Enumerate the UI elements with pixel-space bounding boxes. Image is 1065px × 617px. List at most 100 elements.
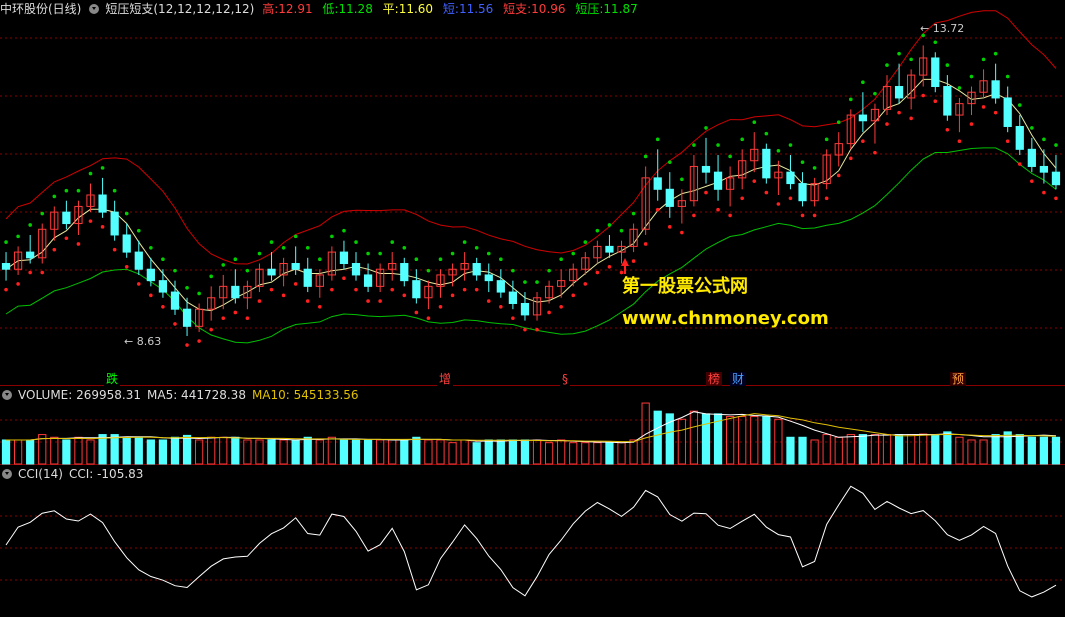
volume-bar [798, 436, 807, 465]
candle-body [1015, 125, 1024, 150]
volume-bar [315, 439, 324, 465]
chart-canvas[interactable] [0, 0, 1065, 617]
event-tag[interactable]: 榜 [706, 372, 723, 386]
support-dot [438, 304, 443, 309]
resist-dot [76, 188, 81, 193]
event-tag[interactable]: 跌 [104, 372, 121, 386]
cci-dropdown-icon[interactable] [2, 468, 12, 479]
event-tag[interactable]: 增 [437, 372, 454, 386]
candle-body [508, 291, 518, 304]
resist-dot [728, 154, 732, 159]
resist-dot [197, 291, 201, 296]
resist-dot [655, 137, 660, 142]
volume-bar [726, 416, 735, 465]
support-dot [692, 213, 696, 218]
candle-body [110, 211, 119, 236]
volume-bar [834, 436, 843, 465]
volume-bar [219, 436, 228, 465]
indicator-name[interactable]: 短压短支(12,12,12,12,12) [105, 2, 254, 16]
support-dot [933, 99, 938, 104]
volume-dropdown-icon[interactable] [2, 389, 12, 400]
support-dot [185, 343, 189, 347]
resist-dot [486, 251, 491, 256]
volume-bar [243, 439, 252, 465]
volume-bar [931, 434, 940, 465]
support-dot [257, 299, 262, 303]
volume-bar [544, 442, 554, 465]
volume-bar [520, 439, 530, 465]
resist-dot [112, 188, 117, 193]
high-price-label: ← 13.72 [920, 22, 965, 35]
volume-bar [412, 436, 421, 465]
support-dot [740, 196, 744, 201]
support-dot [64, 236, 69, 241]
resist-dot [897, 51, 901, 56]
resist-dot [426, 268, 431, 273]
support-dot [426, 316, 431, 320]
support-dot [571, 293, 576, 298]
resist-dot [571, 251, 576, 256]
high-label: 高: [262, 2, 279, 16]
support-dot [861, 139, 865, 143]
candle-body [267, 268, 276, 276]
resist-dot [281, 246, 286, 250]
candle-body [62, 211, 71, 225]
resist-dot [740, 137, 744, 142]
resist-dot [981, 57, 986, 62]
low-value: 11.28 [338, 2, 373, 16]
support-dot [354, 287, 358, 292]
volume-bar [484, 439, 493, 465]
candle-body [170, 291, 180, 310]
resist-dot [88, 171, 93, 176]
support-dot [849, 156, 853, 161]
support-dot [281, 293, 286, 298]
support-dot [752, 179, 757, 183]
resist-dot [1054, 143, 1058, 147]
resist-dot [499, 257, 503, 262]
candle-body [762, 148, 771, 179]
candle-body [1003, 97, 1012, 127]
resist-dot [511, 268, 515, 273]
volume-bar [991, 434, 1000, 465]
volume-bar [581, 442, 590, 465]
support-dot [245, 316, 250, 320]
event-tag[interactable]: § [560, 372, 570, 386]
dropdown-icon[interactable] [89, 3, 100, 14]
support-dot [76, 242, 81, 246]
candle-body [363, 274, 373, 287]
support-dot [414, 310, 419, 315]
resist-dot [342, 228, 346, 233]
event-tag[interactable]: 财 [730, 372, 747, 386]
resist-dot [547, 268, 551, 273]
resist-dot [161, 257, 165, 262]
support-dot [4, 287, 8, 292]
low-price-label: ← 8.63 [124, 335, 162, 348]
support-dot [173, 322, 177, 326]
volume-bar [496, 439, 505, 465]
support-dot [305, 299, 310, 303]
volume-bar [605, 442, 614, 465]
resist-dot [257, 251, 262, 256]
watermark-title: 第一股票公式网 [622, 276, 748, 297]
support-dot [342, 276, 346, 281]
volume-bar [750, 416, 759, 465]
support-dot [378, 299, 382, 303]
volume-bar [870, 434, 880, 465]
volume-header: VOLUME: 269958.31 MA5: 441728.38 MA10: 545… [0, 386, 365, 404]
stock-name[interactable]: 中环股份(日线) [0, 2, 81, 16]
candle-body [291, 263, 300, 270]
support-dot [993, 110, 998, 115]
volume-bar [1039, 436, 1049, 465]
event-tag[interactable]: 预 [950, 372, 967, 386]
candle-body [798, 183, 807, 202]
support-dot [293, 282, 298, 286]
resist-dot [824, 137, 829, 142]
main-chart-header: 中环股份(日线) 短压短支(12,12,12,12,12) 高:12.91 低:1… [0, 0, 644, 18]
support-value: 10.96 [531, 2, 566, 16]
volume-bar [388, 439, 397, 465]
resist-dot [812, 166, 817, 170]
volume-bar [110, 434, 119, 465]
resist-dot [595, 228, 600, 233]
volume-bar [943, 431, 952, 465]
resist-dot [607, 223, 612, 227]
